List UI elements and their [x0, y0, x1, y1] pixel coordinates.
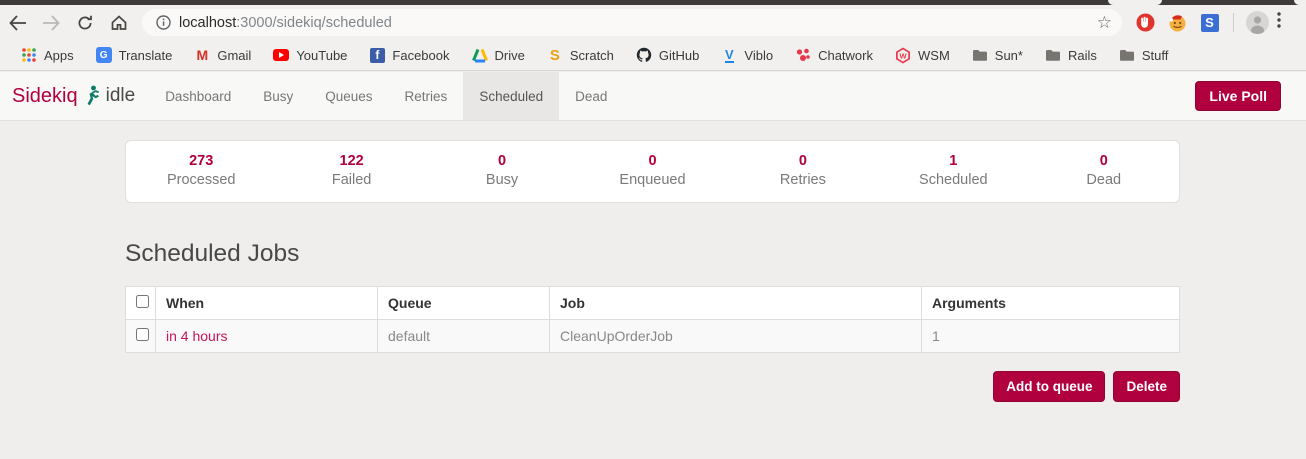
folder-icon — [1119, 47, 1135, 63]
folder-icon — [972, 47, 988, 63]
facebook-icon: f — [369, 47, 385, 63]
table-actions: Add to queue Delete — [125, 371, 1180, 402]
column-job: Job — [550, 287, 922, 320]
job-when-link[interactable]: in 4 hours — [166, 328, 227, 344]
tab-dashboard[interactable]: Dashboard — [149, 72, 247, 120]
stat-processed: 273 Processed — [126, 153, 276, 188]
bookmark-youtube[interactable]: YouTube — [262, 42, 358, 68]
url-path: :3000/sidekiq/scheduled — [236, 15, 392, 31]
extensions-row: S — [1136, 13, 1219, 32]
delete-button[interactable]: Delete — [1113, 371, 1180, 402]
bookmark-viblo[interactable]: V Viblo — [710, 42, 784, 68]
bookmark-facebook[interactable]: f Facebook — [358, 42, 460, 68]
drive-icon — [472, 47, 488, 63]
person-icon — [1246, 11, 1269, 34]
wsm-hexagon-icon: W — [895, 47, 911, 63]
emoji-santa-extension-icon[interactable] — [1168, 13, 1187, 32]
sidekiq-brand[interactable]: Sidekiq idle — [0, 72, 149, 120]
stat-scheduled: 1 Scheduled — [878, 153, 1028, 188]
bookmark-folder-rails[interactable]: Rails — [1034, 42, 1108, 68]
translate-icon: G — [96, 47, 112, 63]
forward-button[interactable] — [34, 8, 68, 38]
chatwork-icon — [795, 47, 811, 63]
bookmark-gmail[interactable]: M Gmail — [183, 42, 262, 68]
column-when: When — [156, 287, 378, 320]
tab-scheduled[interactable]: Scheduled — [463, 72, 559, 120]
row-checkbox[interactable] — [136, 328, 149, 341]
tab-busy[interactable]: Busy — [247, 72, 309, 120]
job-queue[interactable]: default — [378, 320, 550, 353]
profile-avatar[interactable] — [1246, 11, 1269, 34]
job-arguments: 1 — [922, 320, 1180, 353]
browser-menu-button[interactable] — [1277, 12, 1281, 33]
svg-text:W: W — [899, 51, 907, 60]
column-arguments: Arguments — [922, 287, 1180, 320]
toolbar-divider — [1233, 13, 1234, 32]
bookmark-github[interactable]: GitHub — [625, 42, 710, 68]
reload-icon — [76, 14, 94, 32]
github-icon — [636, 47, 652, 63]
bookmark-star-icon[interactable]: ☆ — [1097, 14, 1112, 31]
stat-retries: 0 Retries — [728, 153, 878, 188]
job-class: CleanUpOrderJob — [550, 320, 922, 353]
adblock-extension-icon[interactable] — [1136, 13, 1155, 32]
bookmark-chatwork[interactable]: Chatwork — [784, 42, 884, 68]
table-row: in 4 hours default CleanUpOrderJob 1 — [126, 320, 1180, 353]
browser-window: localhost:3000/sidekiq/scheduled ☆ S — [0, 0, 1306, 459]
youtube-icon — [273, 47, 289, 63]
reload-button[interactable] — [68, 8, 102, 38]
home-button[interactable] — [102, 8, 136, 38]
url-text[interactable]: localhost:3000/sidekiq/scheduled — [179, 15, 392, 31]
stat-dead: 0 Dead — [1029, 153, 1179, 188]
bookmark-wsm[interactable]: W WSM — [884, 42, 961, 68]
select-all-checkbox[interactable] — [136, 295, 149, 308]
kebab-menu-icon — [1277, 12, 1281, 28]
sidekiq-tabs: Dashboard Busy Queues Retries Scheduled … — [149, 72, 623, 120]
address-bar[interactable]: localhost:3000/sidekiq/scheduled ☆ — [142, 9, 1122, 36]
bookmark-folder-sun[interactable]: Sun* — [961, 42, 1034, 68]
scheduled-jobs-table: When Queue Job Arguments in 4 hours defa… — [125, 286, 1180, 353]
folder-icon — [1045, 47, 1061, 63]
bookmark-folder-stuff[interactable]: Stuff — [1108, 42, 1180, 68]
forward-icon — [43, 16, 59, 30]
live-poll-button[interactable]: Live Poll — [1195, 81, 1281, 111]
sidekiq-status: idle — [106, 85, 136, 107]
bookmark-scratch[interactable]: S Scratch — [536, 42, 625, 68]
gmail-icon: M — [194, 47, 210, 63]
page-title: Scheduled Jobs — [125, 240, 1180, 268]
scratch-icon: S — [547, 47, 563, 63]
stats-summary-card: 273 Processed 122 Failed 0 Busy 0 Enqueu… — [125, 140, 1180, 203]
stat-enqueued: 0 Enqueued — [577, 153, 727, 188]
bookmark-drive[interactable]: Drive — [461, 42, 536, 68]
main-content: 273 Processed 122 Failed 0 Busy 0 Enqueu… — [0, 121, 1306, 402]
stat-busy: 0 Busy — [427, 153, 577, 188]
apps-grid-icon — [21, 47, 37, 63]
sidekiq-navbar: Sidekiq idle Dashboard Busy Queues Retri… — [0, 72, 1306, 121]
viblo-icon: V — [721, 47, 737, 63]
tab-dead[interactable]: Dead — [559, 72, 623, 120]
bookmark-translate[interactable]: G Translate — [85, 42, 184, 68]
sidekiq-runner-icon — [84, 85, 100, 107]
column-queue: Queue — [378, 287, 550, 320]
bookmarks-bar: Apps G Translate M Gmail YouTube f Faceb… — [0, 40, 1306, 71]
table-header-row: When Queue Job Arguments — [126, 287, 1180, 320]
back-icon — [10, 16, 26, 30]
tab-queues[interactable]: Queues — [309, 72, 388, 120]
bookmark-apps[interactable]: Apps — [10, 42, 85, 68]
add-to-queue-button[interactable]: Add to queue — [993, 371, 1105, 402]
stat-failed: 122 Failed — [276, 153, 426, 188]
url-host: localhost — [179, 15, 236, 31]
home-icon — [110, 14, 128, 31]
back-button[interactable] — [0, 8, 34, 38]
browser-toolbar: localhost:3000/sidekiq/scheduled ☆ S — [0, 5, 1306, 40]
sidekiq-logo-text: Sidekiq — [12, 85, 78, 108]
site-info-icon[interactable] — [156, 15, 171, 30]
tab-retries[interactable]: Retries — [389, 72, 464, 120]
s-extension-icon[interactable]: S — [1200, 13, 1219, 32]
